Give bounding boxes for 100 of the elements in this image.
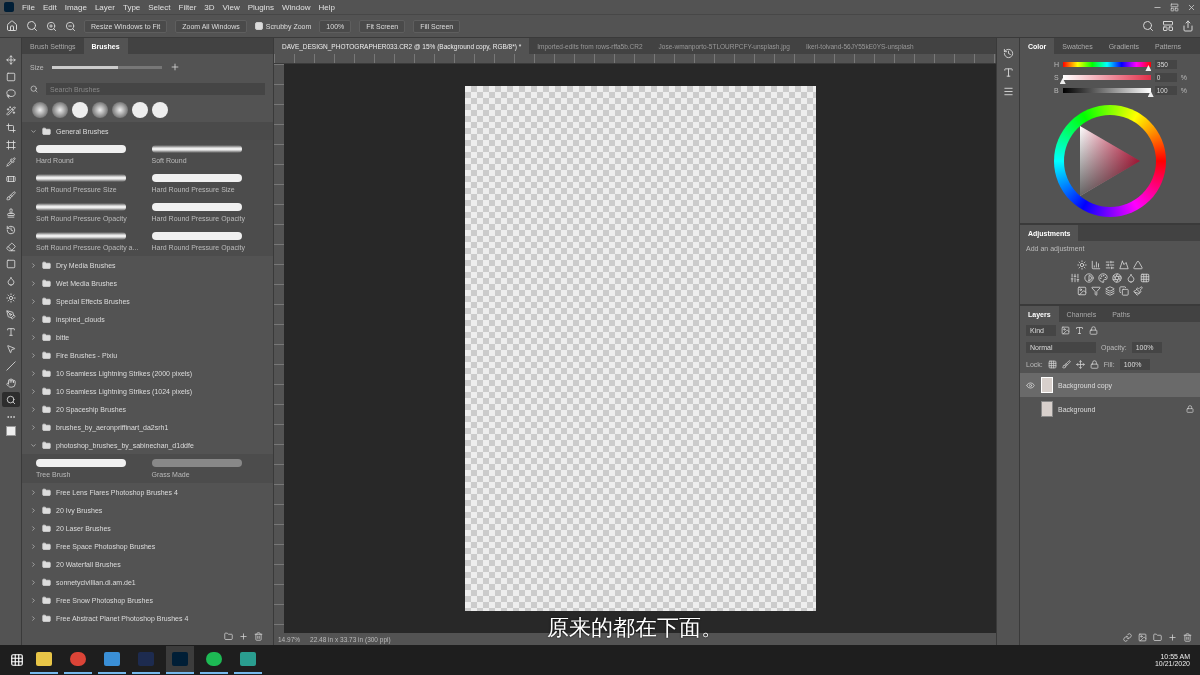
folder-icon[interactable]: [224, 631, 233, 641]
adjustment-icon[interactable]: [1140, 273, 1150, 283]
chevron-icon[interactable]: [30, 441, 37, 449]
chevron-icon[interactable]: [30, 387, 37, 395]
adjustment-icon[interactable]: [1077, 286, 1087, 296]
history-icon[interactable]: [1002, 48, 1014, 59]
taskbar-app[interactable]: [166, 646, 194, 674]
chevron-icon[interactable]: [30, 423, 37, 431]
menu-item[interactable]: View: [222, 2, 240, 12]
menu-item[interactable]: Edit: [42, 2, 57, 12]
foreground-color-swatch[interactable]: [5, 426, 16, 436]
chevron-icon[interactable]: [30, 596, 37, 604]
chevron-icon[interactable]: [30, 560, 37, 568]
slider-thumb[interactable]: [1145, 65, 1152, 71]
grid-icon[interactable]: [1047, 360, 1057, 369]
brush-stroke-icon[interactable]: [151, 232, 242, 240]
chevron-icon[interactable]: [30, 279, 37, 287]
menu-item[interactable]: Window: [282, 2, 311, 12]
add-icon[interactable]: [1168, 632, 1177, 642]
brush-preset-icon[interactable]: [32, 102, 48, 118]
link-icon[interactable]: [1123, 632, 1132, 642]
adjustment-icon[interactable]: [1084, 273, 1094, 283]
chevron-icon[interactable]: [30, 127, 37, 135]
chevron-icon[interactable]: [30, 297, 37, 305]
adjustment-icon[interactable]: [1112, 273, 1122, 283]
eye-icon[interactable]: [1026, 380, 1035, 390]
type-filter-icon[interactable]: [1075, 326, 1084, 335]
trash-icon[interactable]: [1183, 632, 1192, 642]
menu-item[interactable]: Layer: [94, 2, 115, 12]
brush-stroke-icon[interactable]: [151, 145, 242, 153]
menu-item[interactable]: Filter: [178, 2, 197, 12]
brush-icon[interactable]: [1061, 360, 1071, 369]
menu-item[interactable]: File: [22, 2, 35, 12]
workspace-icon[interactable]: [1162, 20, 1174, 32]
add-icon[interactable]: [239, 631, 248, 641]
brush-stroke-icon[interactable]: [36, 232, 126, 240]
chevron-icon[interactable]: [30, 506, 37, 514]
brush-preset-icon[interactable]: [132, 102, 148, 118]
paragraph-icon[interactable]: [1002, 86, 1014, 97]
chevron-icon[interactable]: [30, 524, 37, 532]
brush-preset-icon[interactable]: [112, 102, 128, 118]
app-logo-icon: [4, 2, 14, 12]
chevron-icon[interactable]: [30, 351, 37, 359]
adjustment-icon[interactable]: [1070, 273, 1080, 283]
move-icon[interactable]: [1075, 360, 1085, 369]
folder-icon: [42, 368, 51, 378]
menu-item[interactable]: Select: [148, 2, 171, 12]
trash-icon[interactable]: [254, 631, 263, 641]
chevron-icon[interactable]: [30, 614, 37, 622]
mask-icon[interactable]: [1138, 632, 1147, 642]
menu-item[interactable]: 3D: [204, 2, 215, 12]
slider-thumb[interactable]: [1147, 91, 1154, 97]
adjustment-icon[interactable]: [1119, 286, 1129, 296]
adjustment-icon[interactable]: [1133, 286, 1143, 296]
zoom-in-icon[interactable]: [46, 20, 57, 32]
brush-preset-icon[interactable]: [92, 102, 108, 118]
image-filter-icon[interactable]: [1061, 326, 1070, 335]
brush-preset-icon[interactable]: [52, 102, 68, 118]
adjustment-icon[interactable]: [1077, 260, 1087, 270]
lock-icon[interactable]: [1089, 360, 1099, 369]
chevron-icon[interactable]: [30, 261, 37, 269]
chevron-icon[interactable]: [30, 542, 37, 550]
search-icon[interactable]: [1142, 20, 1154, 32]
menu-item[interactable]: Help: [318, 2, 335, 12]
menu-item[interactable]: Plugins: [247, 2, 274, 12]
menu-item[interactable]: Image: [64, 2, 87, 12]
brush-preset-icon[interactable]: [72, 102, 88, 118]
brush-stroke-icon[interactable]: [151, 174, 242, 182]
brush-stroke-icon[interactable]: [36, 203, 126, 211]
chevron-icon[interactable]: [30, 369, 37, 377]
start-icon[interactable]: [10, 653, 24, 667]
zoom-icon[interactable]: [26, 20, 38, 32]
slider-fill[interactable]: [51, 65, 118, 69]
menu-item[interactable]: Type: [122, 2, 141, 12]
restore-icon[interactable]: [1170, 2, 1179, 12]
adjustment-icon[interactable]: [1105, 286, 1115, 296]
chevron-icon[interactable]: [30, 405, 37, 413]
brush-stroke-icon[interactable]: [151, 203, 242, 211]
chevron-icon[interactable]: [30, 578, 37, 586]
chevron-icon[interactable]: [30, 315, 37, 323]
size-slider[interactable]: [51, 65, 162, 69]
share-icon[interactable]: [1182, 20, 1194, 32]
close-icon[interactable]: [1187, 2, 1196, 12]
adjustment-icon[interactable]: [1091, 260, 1101, 270]
lock-filter-icon[interactable]: [1089, 326, 1098, 335]
chevron-icon[interactable]: [30, 488, 37, 496]
brush-stroke-icon[interactable]: [36, 174, 126, 182]
zoom-icon[interactable]: [1, 392, 20, 407]
checkbox[interactable]: [254, 22, 263, 30]
chevron-icon[interactable]: [30, 333, 37, 341]
adjustment-icon[interactable]: [1105, 260, 1115, 270]
folder-icon[interactable]: [1153, 632, 1162, 642]
adjustment-icon[interactable]: [1098, 273, 1108, 283]
new-brush-icon[interactable]: [169, 62, 180, 72]
home-icon[interactable]: [6, 20, 18, 32]
character-icon[interactable]: [1002, 67, 1014, 78]
slider-thumb[interactable]: [1059, 78, 1066, 84]
adjustment-icon[interactable]: [1091, 286, 1101, 296]
zoom-out-icon[interactable]: [65, 20, 76, 32]
brush-preset-icon[interactable]: [152, 102, 168, 118]
